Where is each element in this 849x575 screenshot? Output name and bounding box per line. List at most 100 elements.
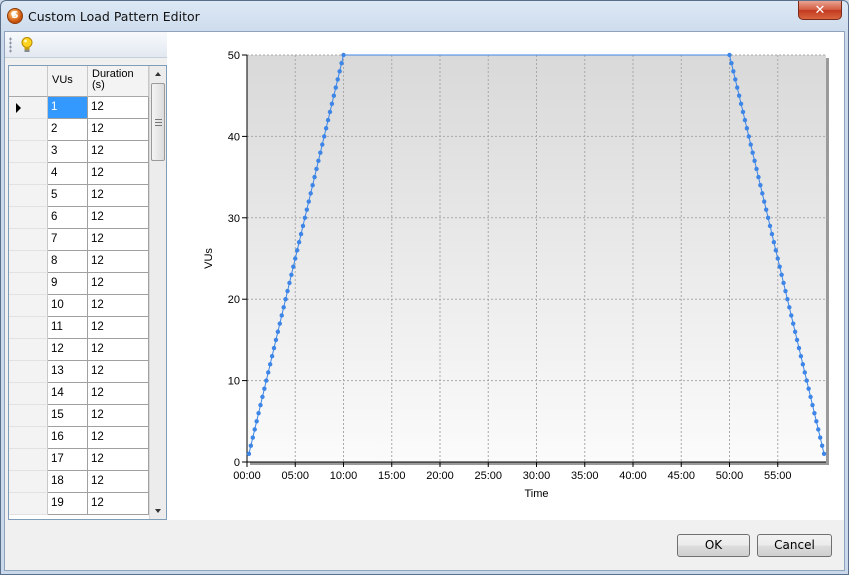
table-row[interactable]: 1 12 xyxy=(9,97,149,119)
column-header-duration[interactable]: Duration (s) xyxy=(88,66,149,97)
row-header[interactable] xyxy=(9,295,48,317)
vus-cell[interactable]: 18 xyxy=(48,471,88,493)
duration-cell[interactable]: 12 xyxy=(88,251,149,273)
vus-cell[interactable]: 1 xyxy=(48,97,88,119)
duration-cell[interactable]: 12 xyxy=(88,273,149,295)
table-row[interactable]: 12 12 xyxy=(9,339,149,361)
ok-button[interactable]: OK xyxy=(677,534,750,557)
vus-cell[interactable]: 8 xyxy=(48,251,88,273)
column-header-vus[interactable]: VUs xyxy=(48,66,88,97)
table-row[interactable]: 3 12 xyxy=(9,141,149,163)
y-tick-label: 20 xyxy=(228,294,240,306)
row-header[interactable] xyxy=(9,97,48,119)
row-header[interactable] xyxy=(9,163,48,185)
cancel-button[interactable]: Cancel xyxy=(757,534,832,557)
table-row[interactable]: 10 12 xyxy=(9,295,149,317)
row-header[interactable] xyxy=(9,251,48,273)
vus-cell[interactable]: 2 xyxy=(48,119,88,141)
data-point xyxy=(267,362,273,367)
grid-vertical-scrollbar[interactable] xyxy=(149,66,166,519)
toolbar-grip-icon[interactable] xyxy=(9,37,12,53)
vus-cell[interactable]: 19 xyxy=(48,493,88,515)
vus-cell[interactable]: 11 xyxy=(48,317,88,339)
row-header[interactable] xyxy=(9,273,48,295)
close-button[interactable]: ✕ xyxy=(798,1,842,20)
duration-cell[interactable]: 12 xyxy=(88,317,149,339)
row-header[interactable] xyxy=(9,383,48,405)
row-header[interactable] xyxy=(9,339,48,361)
vus-cell[interactable]: 16 xyxy=(48,427,88,449)
lightbulb-icon[interactable] xyxy=(19,36,35,54)
data-point xyxy=(771,240,777,245)
vus-cell[interactable]: 17 xyxy=(48,449,88,471)
row-header[interactable] xyxy=(9,471,48,493)
duration-cell[interactable]: 12 xyxy=(88,185,149,207)
vus-cell[interactable]: 13 xyxy=(48,361,88,383)
vus-cell[interactable]: 7 xyxy=(48,229,88,251)
duration-cell[interactable]: 12 xyxy=(88,163,149,185)
data-point xyxy=(754,166,759,172)
row-header[interactable] xyxy=(9,427,48,449)
table-row[interactable]: 16 12 xyxy=(9,427,149,449)
row-header[interactable] xyxy=(9,361,48,383)
duration-cell[interactable]: 12 xyxy=(88,229,149,251)
vus-cell[interactable]: 4 xyxy=(48,163,88,185)
row-header[interactable] xyxy=(9,207,48,229)
vus-cell[interactable]: 9 xyxy=(48,273,88,295)
row-header[interactable] xyxy=(9,119,48,141)
vus-cell[interactable]: 6 xyxy=(48,207,88,229)
data-point xyxy=(781,280,786,286)
table-row[interactable]: 7 12 xyxy=(9,229,149,251)
duration-cell[interactable]: 12 xyxy=(88,427,149,449)
x-tick-label: 45:00 xyxy=(667,470,695,482)
row-header[interactable] xyxy=(9,317,48,339)
data-point xyxy=(337,69,342,74)
table-row[interactable]: 6 12 xyxy=(9,207,149,229)
table-row[interactable]: 14 12 xyxy=(9,383,149,405)
table-row[interactable]: 9 12 xyxy=(9,273,149,295)
data-point xyxy=(736,93,742,98)
title-bar[interactable]: S Custom Load Pattern Editor ✕ xyxy=(1,1,848,31)
duration-cell[interactable]: 12 xyxy=(88,361,149,383)
table-row[interactable]: 2 12 xyxy=(9,119,149,141)
row-header[interactable] xyxy=(9,493,48,515)
table-row[interactable]: 18 12 xyxy=(9,471,149,493)
duration-cell[interactable]: 12 xyxy=(88,97,149,119)
duration-cell[interactable]: 12 xyxy=(88,449,149,471)
scroll-up-icon[interactable] xyxy=(155,72,161,76)
table-row[interactable]: 15 12 xyxy=(9,405,149,427)
vus-cell[interactable]: 5 xyxy=(48,185,88,207)
duration-cell[interactable]: 12 xyxy=(88,383,149,405)
data-point xyxy=(254,419,259,424)
data-point xyxy=(260,394,265,400)
row-header[interactable] xyxy=(9,449,48,471)
table-row[interactable]: 5 12 xyxy=(9,185,149,207)
vus-cell[interactable]: 3 xyxy=(48,141,88,163)
duration-cell[interactable]: 12 xyxy=(88,493,149,515)
table-row[interactable]: 19 12 xyxy=(9,493,149,515)
duration-cell[interactable]: 12 xyxy=(88,339,149,361)
duration-cell[interactable]: 12 xyxy=(88,471,149,493)
duration-cell[interactable]: 12 xyxy=(88,141,149,163)
table-row[interactable]: 17 12 xyxy=(9,449,149,471)
duration-cell[interactable]: 12 xyxy=(88,295,149,317)
row-header[interactable] xyxy=(9,141,48,163)
duration-cell[interactable]: 12 xyxy=(88,119,149,141)
vus-cell[interactable]: 15 xyxy=(48,405,88,427)
row-header[interactable] xyxy=(9,405,48,427)
table-row[interactable]: 11 12 xyxy=(9,317,149,339)
table-row[interactable]: 8 12 xyxy=(9,251,149,273)
scroll-down-icon[interactable] xyxy=(155,509,161,513)
vus-cell[interactable]: 12 xyxy=(48,339,88,361)
row-header[interactable] xyxy=(9,185,48,207)
duration-cell[interactable]: 12 xyxy=(88,405,149,427)
data-point xyxy=(314,166,319,172)
vus-cell[interactable]: 14 xyxy=(48,383,88,405)
row-header[interactable] xyxy=(9,229,48,251)
table-row[interactable]: 13 12 xyxy=(9,361,149,383)
data-point xyxy=(266,370,271,375)
table-row[interactable]: 4 12 xyxy=(9,163,149,185)
duration-cell[interactable]: 12 xyxy=(88,207,149,229)
vus-cell[interactable]: 10 xyxy=(48,295,88,317)
scroll-thumb[interactable] xyxy=(151,83,165,161)
